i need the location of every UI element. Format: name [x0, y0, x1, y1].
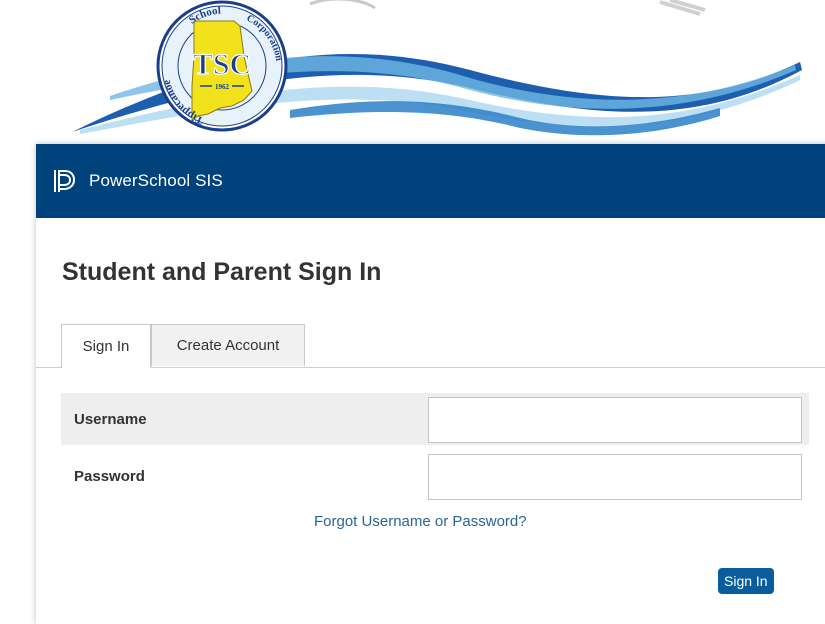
- forgot-credentials-link[interactable]: Forgot Username or Password?: [314, 513, 527, 530]
- signin-tabs: Sign In Create Account: [36, 324, 825, 368]
- district-seal: TSC 1962 Tippecanoe School Corporation: [156, 0, 288, 132]
- sign-in-button[interactable]: Sign In: [718, 568, 774, 594]
- tab-sign-in[interactable]: Sign In: [61, 324, 151, 368]
- username-input[interactable]: [428, 397, 802, 443]
- page-title: Student and Parent Sign In: [62, 258, 382, 286]
- district-banner: TSC 1962 Tippecanoe School Corporation: [0, 0, 825, 140]
- username-row: Username: [61, 393, 809, 445]
- app-topbar: PowerSchool SIS: [36, 144, 825, 218]
- seal-center-text: TSC: [193, 48, 251, 81]
- app-brand-name: PowerSchool SIS: [89, 171, 223, 190]
- username-label: Username: [74, 410, 147, 428]
- password-input[interactable]: [428, 454, 802, 500]
- password-row: Password: [61, 450, 809, 502]
- powerschool-logo-icon: [54, 170, 76, 192]
- tab-create-account[interactable]: Create Account: [151, 324, 305, 366]
- signin-card: PowerSchool SIS Student and Parent Sign …: [36, 144, 825, 624]
- seal-year: 1962: [215, 83, 230, 91]
- banner-graphic: TSC 1962 Tippecanoe School Corporation: [72, 0, 802, 136]
- password-label: Password: [74, 467, 145, 485]
